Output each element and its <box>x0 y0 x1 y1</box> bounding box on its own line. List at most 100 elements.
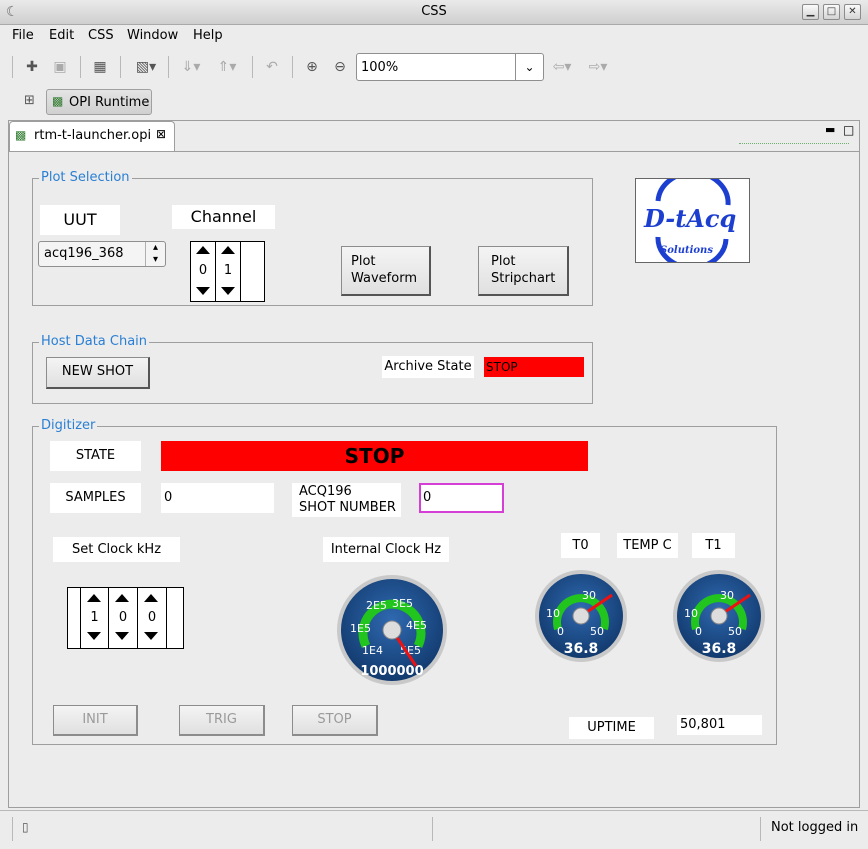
channel-digit-1[interactable]: 1 <box>216 242 241 301</box>
fast-view-icon[interactable]: ▯ <box>22 820 29 834</box>
group-label: Digitizer <box>39 418 98 433</box>
trig-button[interactable]: TRIG <box>179 705 265 736</box>
gauge-value: 1000000 <box>360 664 423 679</box>
gauge-tick: 4E5 <box>406 619 427 632</box>
state-value: STOP <box>161 441 588 471</box>
set-clock-label: Set Clock kHz <box>53 537 180 562</box>
plot-stripchart-button[interactable]: Plot Stripchart <box>478 246 569 296</box>
gauge-value: 36.8 <box>564 641 599 657</box>
opi-file-icon: ▩ <box>15 128 27 142</box>
uptime-value: 50,801 <box>677 715 762 735</box>
chart-icon[interactable]: ▦ <box>90 57 110 77</box>
channel-spinner[interactable]: 0 1 <box>190 241 265 302</box>
gauge-tick: 0 <box>557 625 564 638</box>
open-perspective-icon[interactable]: ⊞ <box>24 93 35 108</box>
gauge-tick: 50 <box>590 625 604 638</box>
zoom-in-icon[interactable]: ⊕ <box>302 57 322 77</box>
button-line: Stripchart <box>491 271 556 286</box>
gauge-tick: 1E5 <box>350 622 371 635</box>
increment-icon[interactable] <box>221 246 235 254</box>
digit-value: 0 <box>118 610 128 625</box>
status-bar: ▯ Not logged in <box>0 810 868 849</box>
internal-clock-gauge: 1E4 1E5 2E5 3E5 4E5 5E5 1000000 <box>337 575 447 685</box>
increment-icon[interactable] <box>115 594 129 602</box>
new-shot-button[interactable]: NEW SHOT <box>46 357 150 389</box>
upload-icon[interactable]: ⇑▾ <box>212 57 242 77</box>
gauge-tick: 10 <box>684 607 698 620</box>
maximize-button[interactable]: □ <box>823 4 840 20</box>
dtacq-logo: D-tAcq Solutions <box>635 170 750 270</box>
uut-combo[interactable]: acq196_368 ▴ ▾ <box>38 241 166 267</box>
new-file-icon[interactable]: ✚ <box>22 57 42 77</box>
plot-waveform-button[interactable]: Plot Waveform <box>341 246 431 296</box>
clock-digit-0[interactable]: 1 <box>80 588 109 648</box>
decrement-icon[interactable] <box>221 287 235 295</box>
gauge-tick: 0 <box>695 625 702 638</box>
gauge-tick: 50 <box>728 625 742 638</box>
decrement-icon[interactable] <box>87 632 101 640</box>
uut-label: UUT <box>40 205 120 235</box>
stop-button[interactable]: STOP <box>292 705 378 736</box>
back-icon[interactable]: ⇦▾ <box>548 57 576 77</box>
increment-icon[interactable] <box>144 594 158 602</box>
divider <box>739 143 849 144</box>
opi-canvas: Plot Selection UUT acq196_368 ▴ ▾ Channel… <box>9 151 859 807</box>
gauge-tick: 30 <box>720 589 734 602</box>
clock-spinner[interactable]: 1 0 0 <box>67 587 184 649</box>
save-icon[interactable]: ▣ <box>50 57 70 77</box>
menu-help[interactable]: Help <box>193 28 223 43</box>
minimize-button[interactable]: ▁ <box>802 4 819 20</box>
decrement-icon[interactable] <box>115 632 129 640</box>
login-status: Not logged in <box>771 820 859 835</box>
menu-window[interactable]: Window <box>127 28 178 43</box>
editor-area: ▩ rtm-t-launcher.opi ⊠ ▬ □ Plot Selectio… <box>8 120 860 808</box>
samples-value: 0 <box>161 483 274 513</box>
window-title: CSS <box>421 4 447 19</box>
clock-digit-1[interactable]: 0 <box>109 588 138 648</box>
zoom-value: 100% <box>361 60 399 75</box>
menu-css[interactable]: CSS <box>88 28 114 43</box>
label-line: SHOT NUMBER <box>299 500 396 515</box>
state-label: STATE <box>50 441 141 471</box>
group-label: Host Data Chain <box>39 334 150 349</box>
shot-number-input[interactable]: 0 <box>419 483 504 513</box>
tab-rtm-t-launcher[interactable]: ▩ rtm-t-launcher.opi ⊠ <box>9 121 175 151</box>
close-button[interactable]: ✕ <box>844 4 861 20</box>
opi-icon: ▩ <box>52 94 64 108</box>
perspective-bar: ⊞ ▩ OPI Runtime <box>0 86 868 118</box>
menu-edit[interactable]: Edit <box>49 28 74 43</box>
undo-icon[interactable]: ↶ <box>262 57 282 77</box>
graph-dropdown-icon[interactable]: ▧▾ <box>132 57 160 77</box>
plot-selection-group: Plot Selection UUT acq196_368 ▴ ▾ Channel… <box>32 170 593 306</box>
digitizer-group: Digitizer STATE STOP SAMPLES 0 ACQ196 SH… <box>32 418 777 745</box>
channel-digit-0[interactable]: 0 <box>191 242 216 301</box>
increment-icon[interactable] <box>196 246 210 254</box>
gauge-tick: 30 <box>582 589 596 602</box>
button-line: Plot <box>351 254 376 269</box>
minimize-view-icon[interactable]: ▬ <box>825 123 835 136</box>
digit-value: 1 <box>90 610 99 625</box>
download-icon[interactable]: ⇓▾ <box>176 57 206 77</box>
t0-gauge: 0 10 30 50 36.8 <box>535 570 627 662</box>
t1-gauge: 0 10 30 50 36.8 <box>673 570 765 662</box>
increment-icon[interactable] <box>87 594 101 602</box>
close-tab-icon[interactable]: ⊠ <box>156 127 166 141</box>
zoom-combo[interactable]: 100% ⌄ <box>356 53 544 81</box>
host-data-chain-group: Host Data Chain NEW SHOT Archive State S… <box>32 334 593 404</box>
gauge-value: 36.8 <box>702 641 737 657</box>
maximize-view-icon[interactable]: □ <box>843 123 854 137</box>
chevron-down-icon[interactable]: ⌄ <box>515 54 543 80</box>
forward-icon[interactable]: ⇨▾ <box>584 57 612 77</box>
clock-digit-2[interactable]: 0 <box>138 588 167 648</box>
digit-value: 0 <box>198 263 208 278</box>
perspective-opi-runtime[interactable]: ▩ OPI Runtime <box>46 89 152 115</box>
zoom-out-icon[interactable]: ⊖ <box>330 57 350 77</box>
archive-state-value: STOP <box>484 357 584 377</box>
decrement-icon[interactable] <box>144 632 158 640</box>
decrement-icon[interactable] <box>196 287 210 295</box>
digit-value: 0 <box>147 610 157 625</box>
button-line: Plot <box>491 254 516 269</box>
menu-file[interactable]: File <box>12 28 34 43</box>
channel-label: Channel <box>172 205 275 229</box>
init-button[interactable]: INIT <box>53 705 138 736</box>
